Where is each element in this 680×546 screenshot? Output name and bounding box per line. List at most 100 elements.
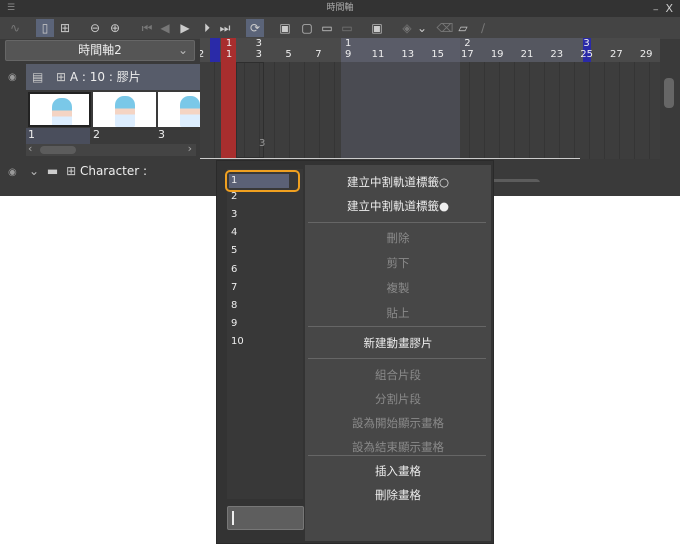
scroll-thumb[interactable] <box>40 146 76 154</box>
eye-icon[interactable]: ◉ <box>8 72 17 83</box>
cel-specification-popup: 2 3 4 5 6 7 8 9 10 1 建立中割軌道標籤○ 建立中割軌道標籤● 刪除剪下複製貼上新… <box>216 160 494 544</box>
layer-name: Character : <box>79 164 148 178</box>
ruler-frame-number: 17 <box>461 49 474 60</box>
menu-separator <box>308 326 486 327</box>
cel-name-input[interactable] <box>227 506 304 530</box>
cel-list-item-selected[interactable]: 1 <box>225 170 300 192</box>
ruler-section-label: 1 <box>345 38 352 49</box>
onion-skin-icon[interactable]: ▣ <box>368 19 386 37</box>
unlink-cel-icon[interactable]: ▭ <box>338 19 356 37</box>
close-button[interactable]: X <box>665 0 673 17</box>
delete-keyframe-icon[interactable]: ⌫ <box>436 19 454 37</box>
animation-folder-icon: ▤ <box>32 70 44 84</box>
eye-icon[interactable]: ◉ <box>8 167 17 178</box>
menu-item[interactable]: 插入畫格 <box>305 463 491 479</box>
new-cel-icon[interactable]: ▢ <box>298 19 316 37</box>
cel-list-item[interactable]: 3 <box>231 209 237 220</box>
menu-item[interactable]: 建立中割軌道標籤● <box>305 198 491 214</box>
expand-plus-icon[interactable]: ⊞ <box>66 164 76 178</box>
graph-icon[interactable]: ∿ <box>6 19 24 37</box>
minimize-button[interactable]: _ <box>654 0 659 15</box>
add-layer-icon[interactable]: ⊞ <box>56 19 74 37</box>
ruler-frame-number: 9 <box>345 49 352 60</box>
prev-frame-icon[interactable]: ◀ <box>156 19 174 37</box>
chevron-down-icon[interactable]: ⌄ <box>29 164 39 178</box>
scroll-left-icon[interactable]: ‹ <box>28 142 32 155</box>
scroll-thumb[interactable] <box>664 78 674 108</box>
transform-icon[interactable]: ◈ <box>398 19 416 37</box>
cel-list-item[interactable]: 6 <box>231 264 237 275</box>
menu-item[interactable]: 貼上 <box>305 305 491 321</box>
ruler-frame-number: 23 <box>550 49 564 60</box>
cel-list-item[interactable]: 9 <box>231 318 237 329</box>
ruler-frame-number: 27 <box>610 49 623 60</box>
play-icon[interactable]: ▶ <box>176 19 194 37</box>
toolbar: ∿ ▯ ⊞ ⊖ ⊕ ⏮ ◀ ▶ ⏵ ⏭ ⟳ ▣ ▢ ▭ ▭ ▣ ◈ ⌄ ⌫ ▱ … <box>0 17 680 39</box>
cel-label: 3 <box>259 138 266 149</box>
link-cel-icon[interactable]: ▭ <box>318 19 336 37</box>
hamburger-icon[interactable]: ☰ <box>7 0 15 17</box>
menu-item[interactable]: 分割片段 <box>305 391 491 407</box>
menu-separator <box>308 455 486 456</box>
cel-list-item[interactable]: 8 <box>231 300 237 311</box>
dropdown-icon[interactable]: ⌄ <box>416 19 428 37</box>
cel-list-item[interactable]: 5 <box>231 245 237 256</box>
ruler-frame-number: 29 <box>639 49 653 60</box>
ruler-frame-number: 1 <box>225 49 233 60</box>
menu-item[interactable]: 新建動畫膠片 <box>305 335 491 351</box>
menu-item[interactable]: 設為開始顯示畫格 <box>305 415 491 431</box>
ruler-section-label: 2 <box>464 38 471 49</box>
thumbnail-view-icon[interactable]: ▯ <box>36 19 54 37</box>
menu-item[interactable]: 建立中割軌道標籤○ <box>305 174 491 190</box>
thumbnail-scrollbar[interactable]: ‹ › <box>26 142 196 156</box>
vertical-scrollbar[interactable] <box>660 62 680 182</box>
frame-ruler[interactable]: 1 3 1 2 3 2 1 3 5 7 9 11 13 15 17 19 21 23 25 27 29 <box>200 38 660 62</box>
cel-list[interactable]: 2 3 4 5 6 7 8 9 10 <box>227 169 303 499</box>
last-frame-icon[interactable]: ⏭ <box>216 19 234 37</box>
cel-number: 1 <box>28 128 35 141</box>
context-menu: 建立中割軌道標籤○ 建立中割軌道標籤● 刪除剪下複製貼上新建動畫膠片 組合片段分割片段… <box>305 165 491 541</box>
menu-item[interactable]: 組合片段 <box>305 367 491 383</box>
ruler-frame-number: 3 <box>255 49 262 60</box>
next-frame-icon[interactable]: ⏵ <box>198 19 216 37</box>
menu-item[interactable]: 剪下 <box>305 255 491 271</box>
new-animation-folder-icon[interactable]: ▣ <box>276 19 294 37</box>
ruler-frame-number: 25 <box>580 49 593 60</box>
ruler-frame-number: 21 <box>520 49 534 60</box>
ruler-frame-number: 2 <box>200 49 205 60</box>
scroll-thumb[interactable] <box>490 179 540 182</box>
title-bar: ☰ 時間軸 _ X <box>0 0 680 17</box>
layer-row-animation-folder[interactable]: ▤ ⊞ A : 10 : 膠片 <box>26 64 200 90</box>
menu-item[interactable]: 設為結束顯示畫格 <box>305 439 491 455</box>
current-frame-column <box>221 62 236 158</box>
layer-name: A : 10 : 膠片 <box>69 70 141 84</box>
marker[interactable] <box>210 38 220 62</box>
cel-list-item[interactable]: 10 <box>231 336 244 347</box>
chevron-down-icon: ⌄ <box>177 43 188 57</box>
cel-list-item[interactable]: 2 <box>231 191 237 202</box>
first-frame-icon[interactable]: ⏮ <box>138 19 156 37</box>
timeline-select[interactable]: 時間軸2 ⌄ <box>5 40 195 61</box>
pen-icon[interactable]: ∕ <box>474 19 492 37</box>
cel-thumbnail-2[interactable] <box>93 92 156 127</box>
window-title: 時間軸 <box>326 3 354 13</box>
light-table-icon[interactable]: ▱ <box>454 19 472 37</box>
menu-item[interactable]: 複製 <box>305 280 491 296</box>
expand-plus-icon[interactable]: ⊞ <box>56 70 70 84</box>
zoom-out-icon[interactable]: ⊖ <box>86 19 104 37</box>
cel-thumbnail-1[interactable] <box>28 92 91 127</box>
cel-thumbnail-3[interactable] <box>158 92 200 127</box>
ruler-frame-number: 19 <box>490 49 504 60</box>
ruler-section-label: 3 <box>255 38 262 49</box>
scroll-right-icon[interactable]: › <box>188 142 192 155</box>
cel-list-item[interactable]: 7 <box>231 282 237 293</box>
menu-item[interactable]: 刪除畫格 <box>305 487 491 503</box>
menu-item[interactable]: 刪除 <box>305 230 491 246</box>
cel-list-item[interactable]: 4 <box>231 227 237 238</box>
loop-icon[interactable]: ⟳ <box>246 19 264 37</box>
zoom-in-icon[interactable]: ⊕ <box>106 19 124 37</box>
menu-separator <box>308 222 486 223</box>
cel-number: 2 <box>93 128 100 141</box>
folder-icon: ▬ <box>46 164 59 178</box>
layer-row-character[interactable]: ⌄ ▬ ⊞ Character : <box>26 160 200 182</box>
